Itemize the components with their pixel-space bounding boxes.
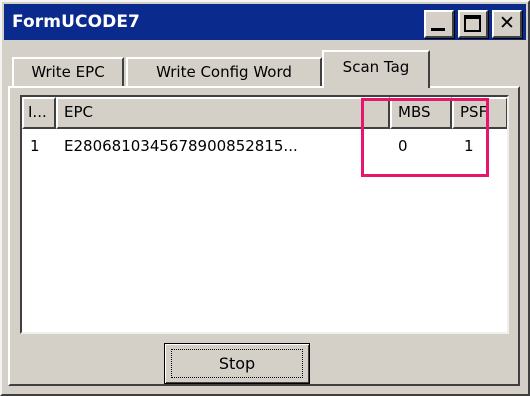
- list-header: I... EPC MBS PSF: [22, 97, 507, 129]
- column-header-mbs[interactable]: MBS: [390, 97, 452, 129]
- minimize-icon: [431, 28, 445, 31]
- cell-index: 1: [30, 137, 40, 155]
- title-bar[interactable]: FormUCODE7 ✕: [4, 4, 526, 40]
- window-title: FormUCODE7: [12, 12, 140, 32]
- tab-write-epc[interactable]: Write EPC: [12, 57, 124, 87]
- maximize-icon: [464, 15, 481, 32]
- stop-button-label: Stop: [218, 354, 256, 373]
- column-header-index[interactable]: I...: [22, 97, 56, 129]
- cell-mbs: 0: [398, 137, 408, 155]
- cell-epc: E2806810345678900852815...: [64, 137, 298, 155]
- column-header-psf[interactable]: PSF: [452, 97, 507, 129]
- minimize-button[interactable]: [424, 10, 454, 38]
- tab-write-config-word[interactable]: Write Config Word: [126, 57, 322, 87]
- cell-psf: 1: [464, 137, 474, 155]
- column-header-filler: [508, 97, 509, 129]
- tag-list-view[interactable]: I... EPC MBS PSF 1 E28068103456789008528…: [20, 95, 509, 334]
- close-icon: ✕: [499, 12, 515, 34]
- table-row[interactable]: 1 E2806810345678900852815... 0 1: [22, 133, 507, 159]
- tab-scan-tag[interactable]: Scan Tag: [322, 50, 430, 88]
- close-button[interactable]: ✕: [492, 10, 522, 38]
- maximize-button[interactable]: [458, 10, 488, 38]
- stop-button[interactable]: Stop: [164, 343, 310, 384]
- column-header-epc[interactable]: EPC: [56, 97, 390, 129]
